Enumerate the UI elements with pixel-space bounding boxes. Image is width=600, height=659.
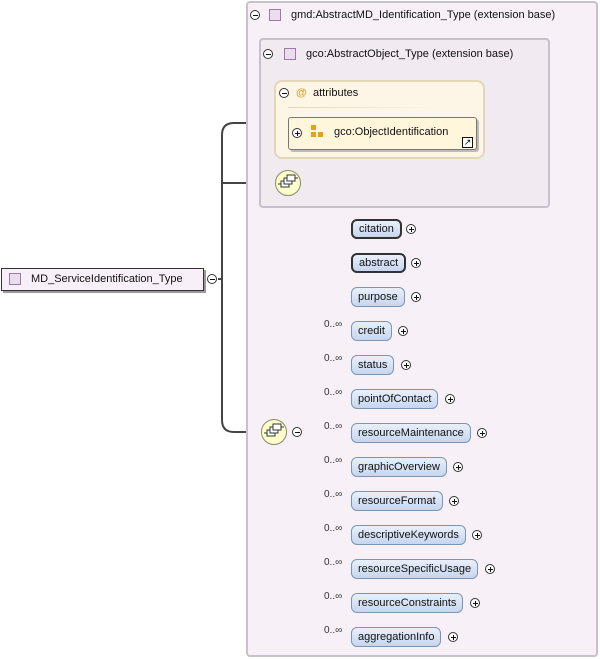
expand-citation-toggle[interactable]: [406, 224, 416, 234]
element-label: purpose: [358, 291, 398, 303]
element-label: credit: [358, 325, 385, 337]
element-resourceConstraints[interactable]: resourceConstraints: [351, 593, 464, 613]
element-label: status: [358, 359, 388, 371]
collapse-inner-toggle[interactable]: [263, 49, 273, 59]
element-abstract[interactable]: abstract: [351, 253, 407, 273]
cardinality-label: 0..∞: [324, 591, 343, 602]
expand-descriptiveKeywords-toggle[interactable]: [472, 530, 482, 540]
complex-type-icon: [284, 48, 296, 60]
cardinality-label: 0..∞: [324, 523, 343, 534]
element-purpose[interactable]: purpose: [351, 287, 405, 307]
expand-resourceSpecificUsage-toggle[interactable]: [485, 564, 495, 574]
element-label: pointOfContact: [358, 393, 432, 405]
element-status[interactable]: status: [351, 355, 395, 375]
complex-type-icon: [9, 273, 21, 285]
collapse-attributes-toggle[interactable]: [279, 88, 289, 98]
element-resourceFormat[interactable]: resourceFormat: [351, 491, 443, 511]
element-label: resourceMaintenance: [358, 427, 464, 439]
sequence-compositor-icon: [261, 419, 287, 445]
sequence-compositor-icon: [275, 170, 301, 196]
collapse-outer-toggle[interactable]: [250, 10, 260, 20]
element-credit[interactable]: credit: [351, 321, 392, 341]
cardinality-label: 0..∞: [324, 557, 343, 568]
element-label: descriptiveKeywords: [358, 529, 459, 541]
element-aggregationInfo[interactable]: aggregationInfo: [351, 627, 442, 647]
attributes-divider: [288, 107, 438, 108]
element-label: abstract: [359, 257, 399, 269]
element-graphicOverview[interactable]: graphicOverview: [351, 457, 447, 477]
element-citation[interactable]: citation: [351, 219, 402, 239]
root-type-label: MD_ServiceIdentification_Type: [31, 273, 183, 285]
expand-credit-toggle[interactable]: [398, 326, 408, 336]
cardinality-label: 0..∞: [324, 319, 343, 330]
collapse-sequence-toggle[interactable]: [292, 427, 302, 437]
expand-resourceMaintenance-toggle[interactable]: [477, 428, 487, 438]
collapse-root-toggle[interactable]: [207, 274, 217, 284]
cardinality-label: 0..∞: [324, 387, 343, 398]
element-label: aggregationInfo: [358, 631, 435, 643]
reference-link-icon[interactable]: ↗: [462, 137, 473, 148]
cardinality-label: 0..∞: [324, 625, 343, 636]
expand-status-toggle[interactable]: [401, 360, 411, 370]
expand-abstract-toggle[interactable]: [411, 258, 421, 268]
element-descriptiveKeywords[interactable]: descriptiveKeywords: [351, 525, 466, 545]
element-label: resourceSpecificUsage: [358, 563, 472, 575]
element-label: resourceConstraints: [358, 597, 457, 609]
element-pointOfContact[interactable]: pointOfContact: [351, 389, 439, 409]
element-label: resourceFormat: [358, 495, 436, 507]
cardinality-label: 0..∞: [324, 421, 343, 432]
attribute-group-icon: [311, 125, 325, 139]
attributes-label: attributes: [313, 87, 359, 99]
element-label: graphicOverview: [358, 461, 440, 473]
cardinality-label: 0..∞: [324, 455, 343, 466]
extension-inner-label: gco:AbstractObject_Type (extension base): [306, 48, 514, 60]
cardinality-label: 0..∞: [324, 489, 343, 500]
expand-resourceConstraints-toggle[interactable]: [470, 598, 480, 608]
expand-attribute-toggle[interactable]: [292, 128, 302, 138]
expand-resourceFormat-toggle[interactable]: [449, 496, 459, 506]
expand-pointOfContact-toggle[interactable]: [445, 394, 455, 404]
expand-graphicOverview-toggle[interactable]: [453, 462, 463, 472]
expand-aggregationInfo-toggle[interactable]: [448, 632, 458, 642]
attribute-at-icon: @: [296, 87, 307, 99]
extension-outer-label: gmd:AbstractMD_Identification_Type (exte…: [291, 9, 556, 21]
element-resourceSpecificUsage[interactable]: resourceSpecificUsage: [351, 559, 479, 579]
attribute-group-label: gco:ObjectIdentification: [334, 126, 449, 138]
element-label: citation: [359, 223, 394, 235]
complex-type-icon: [269, 9, 281, 21]
cardinality-label: 0..∞: [324, 353, 343, 364]
element-resourceMaintenance[interactable]: resourceMaintenance: [351, 423, 471, 443]
expand-purpose-toggle[interactable]: [411, 292, 421, 302]
